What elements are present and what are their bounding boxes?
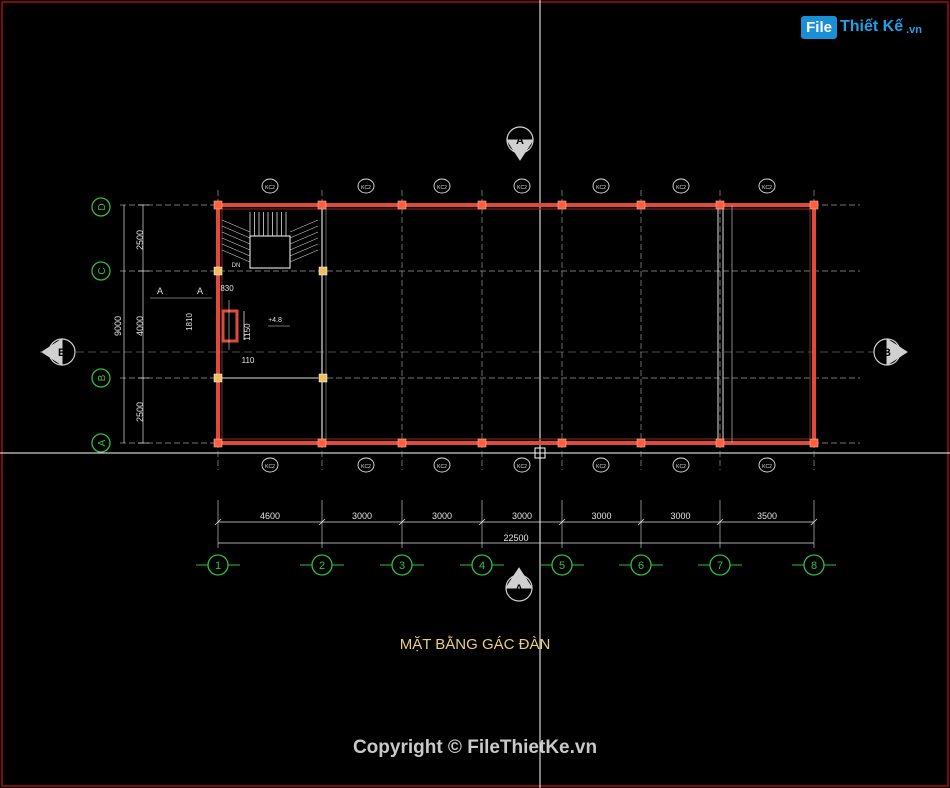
stair-dim-1810: 1810 bbox=[185, 313, 194, 331]
col-dim-3000-5: 3000 bbox=[591, 511, 611, 521]
grid-bubble-row-label: C bbox=[97, 267, 108, 274]
row-dim-total: 9000 bbox=[113, 316, 123, 336]
grid-bubble-row-label: A bbox=[97, 439, 108, 446]
row-dim-4000: 4000 bbox=[135, 316, 145, 336]
stair-tread-left bbox=[221, 225, 251, 239]
section-mark-label: B bbox=[58, 347, 66, 359]
column-tag-text: KC2 bbox=[437, 185, 447, 191]
column-tag-text: KC2 bbox=[265, 185, 275, 191]
column-pillar-2-top bbox=[317, 200, 327, 210]
column-tag-text: KC2 bbox=[361, 185, 371, 191]
section-mark-label: A bbox=[516, 135, 524, 147]
col-dim-3500-7: 3500 bbox=[757, 511, 777, 521]
section-mark-label: B bbox=[883, 347, 891, 359]
column-pillar-stair-left-2 bbox=[213, 373, 223, 383]
col-dim-3000-3: 3000 bbox=[432, 511, 452, 521]
column-tag-text: KC2 bbox=[676, 464, 686, 470]
column-tag-text: KC2 bbox=[676, 185, 686, 191]
stair-label: DN bbox=[232, 263, 241, 269]
logo-suffix: .vn bbox=[906, 24, 922, 36]
stair-dim-1150: 1150 bbox=[243, 323, 252, 341]
stair-landing bbox=[249, 235, 291, 269]
copyright-notice: Copyright © FileThietKe.vn bbox=[352, 737, 598, 758]
stair-tread-left bbox=[221, 249, 251, 263]
stair-tread-right bbox=[289, 231, 319, 245]
column-tag-text: KC2 bbox=[762, 464, 772, 470]
stair-tread-right bbox=[289, 237, 319, 251]
grid-bubble-col-label: 3 bbox=[399, 560, 405, 572]
stair-tread-left bbox=[221, 231, 251, 245]
level-mark: +4.8 bbox=[268, 317, 282, 324]
stair-dim-110: 110 bbox=[242, 356, 255, 365]
building-outline-inner bbox=[221, 208, 811, 440]
column-pillar-8-top bbox=[809, 200, 819, 210]
col-dim-total: 22500 bbox=[503, 533, 528, 543]
column-pillar-stair-right-1 bbox=[318, 266, 328, 276]
stair-tread-right bbox=[289, 249, 319, 263]
col-dim-4600-1: 4600 bbox=[260, 511, 280, 521]
column-pillar-5-bottom bbox=[557, 438, 567, 448]
logo-box: File bbox=[801, 15, 837, 39]
row-dim-2500-top: 2500 bbox=[135, 230, 145, 250]
column-pillar-8-bottom bbox=[809, 438, 819, 448]
column-tag-text: KC2 bbox=[596, 185, 606, 191]
grid-bubble-row-label: B bbox=[97, 374, 108, 381]
column-pillar-1-top bbox=[213, 200, 223, 210]
grid-bubble-col-label: 5 bbox=[559, 560, 565, 572]
stair-tread-left bbox=[221, 219, 251, 233]
section-label-a-2: A bbox=[197, 286, 203, 296]
section-mark-label: A bbox=[515, 583, 523, 595]
section-label-a-1: A bbox=[157, 286, 163, 296]
column-pillar-3-bottom bbox=[397, 438, 407, 448]
grid-bubble-col-label: 7 bbox=[717, 560, 723, 572]
grid-bubble-col-label: 4 bbox=[479, 560, 485, 572]
drawing-frame bbox=[1, 1, 949, 787]
column-pillar-5-top bbox=[557, 200, 567, 210]
column-tag-text: KC2 bbox=[517, 464, 527, 470]
column-tag-text: KC2 bbox=[762, 185, 772, 191]
filethietke-logo: File Thiết Kế .vn bbox=[801, 12, 922, 42]
shaft-opening bbox=[221, 309, 239, 343]
column-pillar-4-bottom bbox=[477, 438, 487, 448]
grid-bubble-col-label: 2 bbox=[319, 560, 325, 572]
stair-tread-left bbox=[221, 243, 251, 257]
column-pillar-6-top bbox=[636, 200, 646, 210]
column-tag-text: KC2 bbox=[361, 464, 371, 470]
drawing-title: MẶT BẰNG GÁC ĐÀN bbox=[399, 636, 551, 653]
column-pillar-1-bottom bbox=[213, 438, 223, 448]
column-tag-text: KC2 bbox=[437, 464, 447, 470]
col-dim-3000-6: 3000 bbox=[670, 511, 690, 521]
column-pillar-7-bottom bbox=[715, 438, 725, 448]
stair-tread-right bbox=[289, 243, 319, 257]
column-pillar-4-top bbox=[477, 200, 487, 210]
cad-drawing-canvas[interactable]: KC2 KC2 KC2 KC2 KC2 KC2 KC2 KC2 KC2 KC2 KC2 KC2 KC2 K… bbox=[0, 0, 950, 788]
col-dim-3000-2: 3000 bbox=[352, 511, 372, 521]
grid-bubble-col-label: 1 bbox=[215, 560, 221, 572]
stair-dim-830: 830 bbox=[220, 284, 234, 293]
column-pillar-7-top bbox=[715, 200, 725, 210]
building-outline bbox=[216, 203, 816, 445]
column-tag-text: KC2 bbox=[596, 464, 606, 470]
column-tag-text: KC2 bbox=[517, 185, 527, 191]
stair-tread-left bbox=[221, 237, 251, 251]
column-pillar-2-bottom bbox=[317, 438, 327, 448]
stair-tread-right bbox=[289, 225, 319, 239]
grid-bubble-col-label: 6 bbox=[638, 560, 644, 572]
grid-bubble-row-label: D bbox=[97, 203, 108, 210]
column-pillar-stair-left-1 bbox=[213, 266, 223, 276]
col-dim-3000-4: 3000 bbox=[512, 511, 532, 521]
stair-tread-right bbox=[289, 219, 319, 233]
column-pillar-6-bottom bbox=[636, 438, 646, 448]
row-dim-2500-bottom: 2500 bbox=[135, 402, 145, 422]
column-pillar-3-top bbox=[397, 200, 407, 210]
grid-bubble-col-label: 8 bbox=[811, 560, 817, 572]
column-tag-text: KC2 bbox=[265, 464, 275, 470]
logo-text: Thiết Kế bbox=[839, 18, 904, 35]
column-pillar-stair-right-2 bbox=[318, 373, 328, 383]
